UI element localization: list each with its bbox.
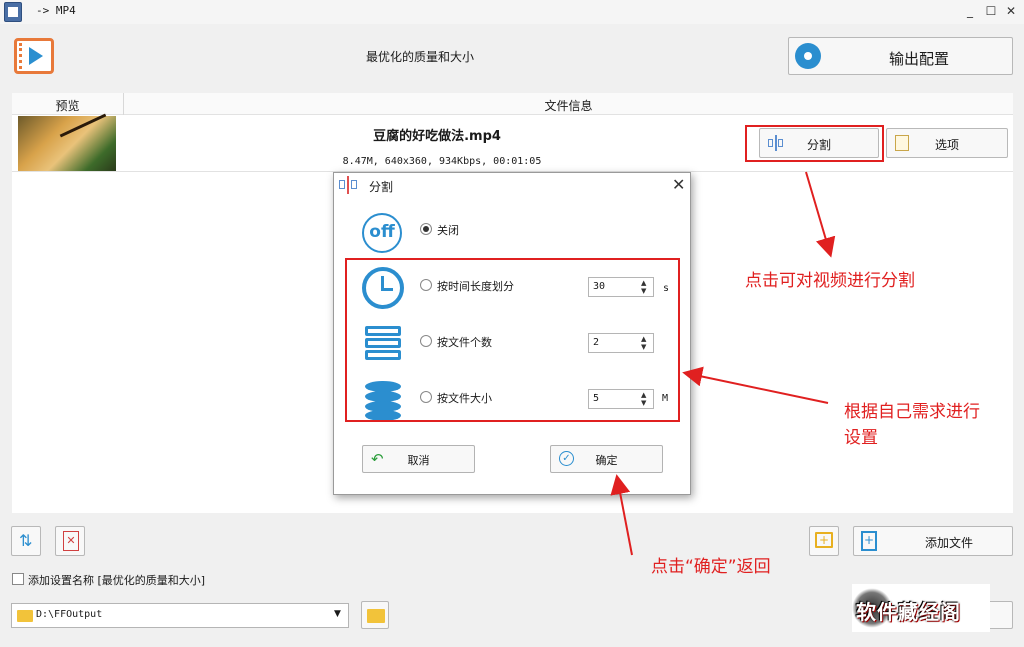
arrow-to-split-hint (805, 171, 836, 258)
settings-hint-line2: 设置 (844, 428, 878, 448)
arrow-to-options (682, 366, 829, 404)
ok-hint-text: 点击“确定”返回 (651, 557, 771, 577)
watermark-text: 软件藏经阁 (856, 600, 961, 624)
split-hint-text: 点击可对视频进行分割 (745, 271, 915, 291)
watermark-logo: 软件藏经阁 (852, 584, 990, 632)
annotation-arrows (610, 171, 836, 556)
settings-hint-line1: 根据自己需求进行 (844, 402, 980, 422)
arrow-to-ok (610, 474, 633, 556)
